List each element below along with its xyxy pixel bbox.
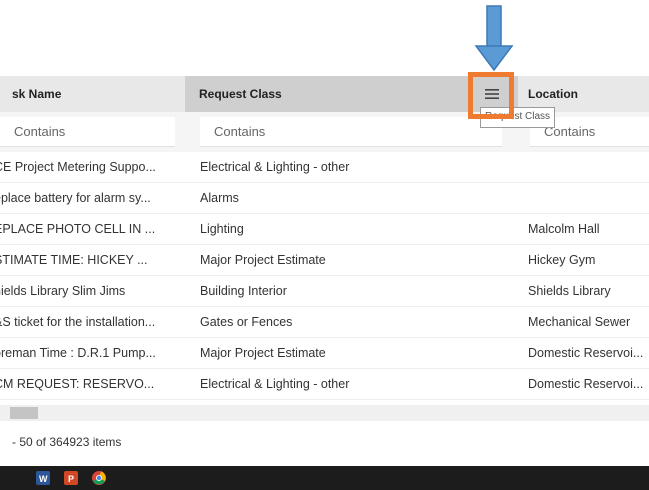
task-name-cell: STIMATE TIME: HICKEY ...	[0, 253, 148, 267]
table-row[interactable]: eplace battery for alarm sy... Alarms	[0, 183, 649, 214]
pager-info: - 50 of 364923 items	[12, 435, 122, 449]
task-name-filter-input[interactable]: Contains	[0, 117, 175, 147]
request-class-cell: Alarms	[200, 191, 239, 205]
task-name-cell: oreman Time : D.R.1 Pump...	[0, 346, 156, 360]
location-cell: Mechanical Sewer	[528, 315, 631, 329]
location-cell: Hickey Gym	[528, 253, 596, 267]
request-class-filter-input[interactable]: Contains	[200, 117, 502, 147]
down-arrow-annotation	[474, 5, 514, 72]
task-name-cell: CE Project Metering Suppo...	[0, 160, 156, 174]
request-class-cell: Lighting	[200, 222, 244, 236]
table-row[interactable]: oreman Time : D.R.1 Pump... Major Projec…	[0, 338, 649, 369]
table-row[interactable]: &S ticket for the installation... Gates …	[0, 307, 649, 338]
table-row[interactable]: CM REQUEST: RESERVO... Electrical & Ligh…	[0, 369, 649, 400]
column-header-label: Location	[528, 87, 578, 101]
powerpoint-icon[interactable]: P	[64, 471, 78, 485]
column-header-task-name[interactable]: sk Name	[0, 76, 185, 112]
request-class-cell: Major Project Estimate	[200, 346, 326, 360]
grid-body: CE Project Metering Suppo... Electrical …	[0, 152, 649, 400]
table-row[interactable]: STIMATE TIME: HICKEY ... Major Project E…	[0, 245, 649, 276]
svg-text:W: W	[39, 474, 48, 484]
location-cell: Shields Library	[528, 284, 611, 298]
request-class-cell: Gates or Fences	[200, 315, 293, 329]
request-class-cell: Major Project Estimate	[200, 253, 326, 267]
request-class-cell: Electrical & Lighting - other	[200, 377, 350, 391]
column-header-label: sk Name	[12, 87, 62, 101]
task-name-cell: hields Library Slim Jims	[0, 284, 126, 298]
table-row[interactable]: CE Project Metering Suppo... Electrical …	[0, 152, 649, 183]
request-class-cell: Electrical & Lighting - other	[200, 160, 350, 174]
table-row[interactable]: EPLACE PHOTO CELL IN ... Lighting Malcol…	[0, 214, 649, 245]
location-cell: Malcolm Hall	[528, 222, 600, 236]
task-name-cell: EPLACE PHOTO CELL IN ...	[0, 222, 156, 236]
chrome-icon[interactable]	[92, 471, 106, 485]
word-icon[interactable]: W	[36, 471, 50, 485]
task-name-cell: eplace battery for alarm sy...	[0, 191, 151, 205]
taskbar: W P	[0, 466, 649, 490]
horizontal-scrollbar[interactable]	[0, 405, 649, 421]
location-cell: Domestic Reservoi...	[528, 346, 644, 360]
request-class-cell: Building Interior	[200, 284, 287, 298]
table-row[interactable]: hields Library Slim Jims Building Interi…	[0, 276, 649, 307]
task-name-cell: CM REQUEST: RESERVO...	[0, 377, 155, 391]
column-header-label: Request Class	[199, 87, 282, 101]
scrollbar-thumb[interactable]	[10, 407, 38, 419]
task-name-cell: &S ticket for the installation...	[0, 315, 156, 329]
menu-highlight-box	[468, 72, 514, 119]
svg-text:P: P	[68, 474, 74, 484]
location-cell: Domestic Reservoi...	[528, 377, 644, 391]
